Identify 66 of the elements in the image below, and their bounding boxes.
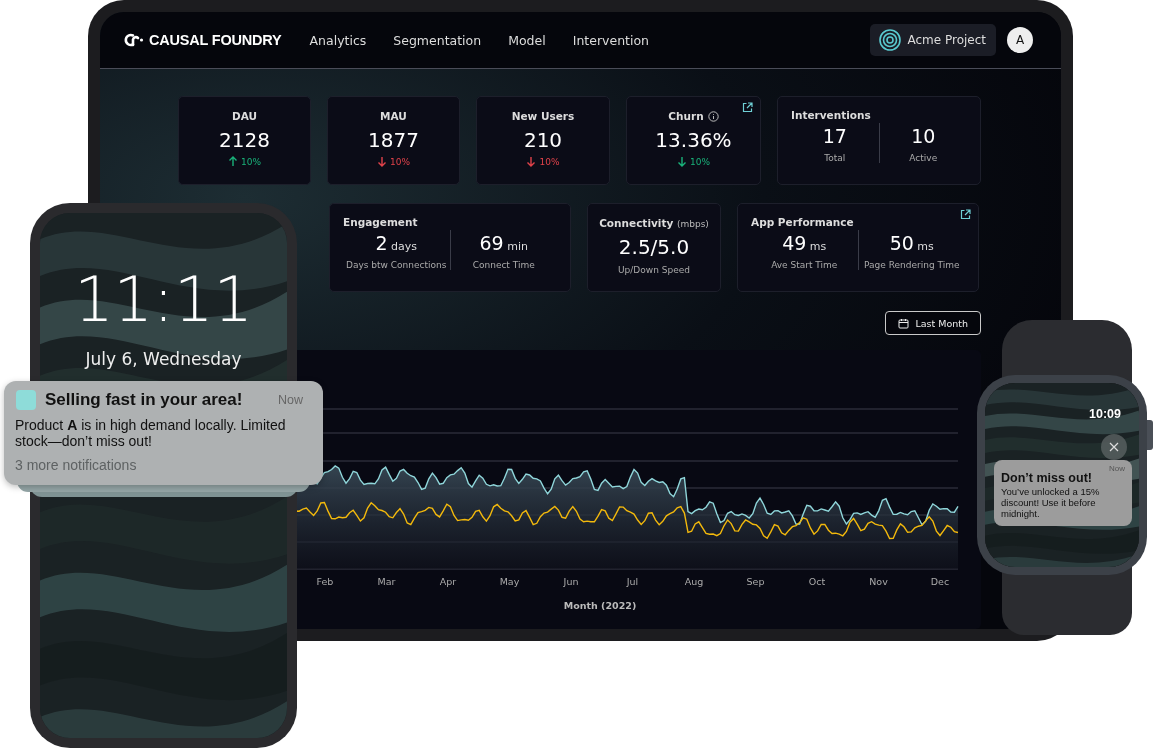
axis-label: Mar — [377, 576, 396, 587]
metric-value: 69 min — [479, 231, 528, 254]
axis-label: Apr — [439, 576, 457, 587]
metric-caption: Up/Down Speed — [618, 265, 690, 275]
metric-title: New Users — [511, 110, 575, 122]
change-indicator: 10% — [377, 156, 410, 167]
metric-caption: Active — [909, 153, 938, 163]
close-icon[interactable] — [1101, 434, 1127, 460]
metric-caption: Ave Start Time — [771, 260, 838, 270]
axis-label: Sep — [746, 576, 765, 587]
axis-label: Feb — [316, 576, 334, 587]
metric-caption: Days btw Connections — [346, 260, 447, 270]
nav-link[interactable]: Analytics — [309, 32, 367, 48]
nav-link[interactable]: Intervention — [572, 32, 649, 48]
metric-caption: Total — [824, 153, 846, 163]
metric-title: Interventions — [791, 109, 872, 121]
metric-title: Connectivity (mbps) — [599, 217, 709, 229]
change-indicator: 10% — [677, 156, 710, 167]
metric-caption: Page Rendering Time — [864, 260, 960, 270]
metric-title: Engagement — [343, 216, 419, 228]
notification-title: Selling fast in your area! — [45, 390, 244, 410]
calendar-icon — [898, 317, 910, 329]
metric-value: 1877 — [368, 128, 419, 152]
metric-value: 50 ms — [889, 231, 934, 254]
notification-body: Product A is in high demand locally. Limited stock—don’t miss out! — [15, 417, 287, 449]
metric-value: 2.5/5.0 — [618, 235, 690, 259]
axis-label: Jun — [563, 576, 579, 587]
metric-value: 210 — [523, 128, 563, 152]
metric-value: 17 — [822, 124, 847, 147]
axis-label: Dec — [930, 576, 950, 587]
nav-link[interactable]: Model — [508, 32, 546, 48]
metric-value: 2128 — [219, 128, 270, 152]
notification-card[interactable]: Selling fast in your area! Now Product A is in high demand locally. Limited stock—don’t miss out! 3 more notifications — [4, 381, 323, 485]
lock-screen-date: July 6, Wednesday — [83, 349, 243, 369]
metric-title: App Performance — [751, 216, 855, 228]
notification-card[interactable]: Now Don’t miss out! You’ve unlocked a 15% discount! Use it before midnight. — [994, 460, 1132, 526]
notification-body: You’ve unlocked a 15% discount! Use it before midnight. — [1001, 486, 1101, 519]
metric-value: 10 — [911, 124, 936, 147]
metric-caption: Connect Time — [472, 260, 535, 270]
axis-label: Nov — [869, 576, 888, 587]
metric-value: 49 ms — [782, 231, 827, 254]
axis-title: Month (2022) — [563, 600, 637, 611]
metric-title: MAU — [380, 110, 407, 122]
user-avatar[interactable]: A — [1007, 27, 1033, 53]
change-indicator: 10% — [526, 156, 560, 167]
logo-icon — [124, 32, 144, 48]
axis-label: Aug — [684, 576, 704, 587]
metric-value: 2 days — [375, 231, 418, 254]
axis-label: Jul — [626, 576, 639, 587]
metric-value: 13.36% — [655, 128, 732, 152]
metric-title: Churn — [668, 110, 704, 122]
app-icon — [16, 390, 36, 410]
metric-title: DAU — [231, 110, 257, 122]
lock-screen-time: 11:11 — [73, 269, 254, 331]
axis-label: May — [499, 576, 520, 587]
notification-time: Now — [1108, 464, 1125, 473]
change-indicator: 10% — [228, 156, 261, 167]
notification-title: Don’t miss out! — [1001, 471, 1093, 485]
watch-time: 10:09 — [1089, 407, 1121, 421]
brand-name: CAUSAL FOUNDRY — [149, 32, 282, 48]
axis-label: Oct — [808, 576, 826, 587]
notification-time: Now — [278, 393, 303, 407]
nav-link[interactable]: Segmentation — [393, 32, 482, 48]
project-selector[interactable]: Acme Project — [870, 24, 996, 56]
date-range-button[interactable]: Last Month — [885, 311, 981, 335]
target-icon — [879, 29, 902, 51]
